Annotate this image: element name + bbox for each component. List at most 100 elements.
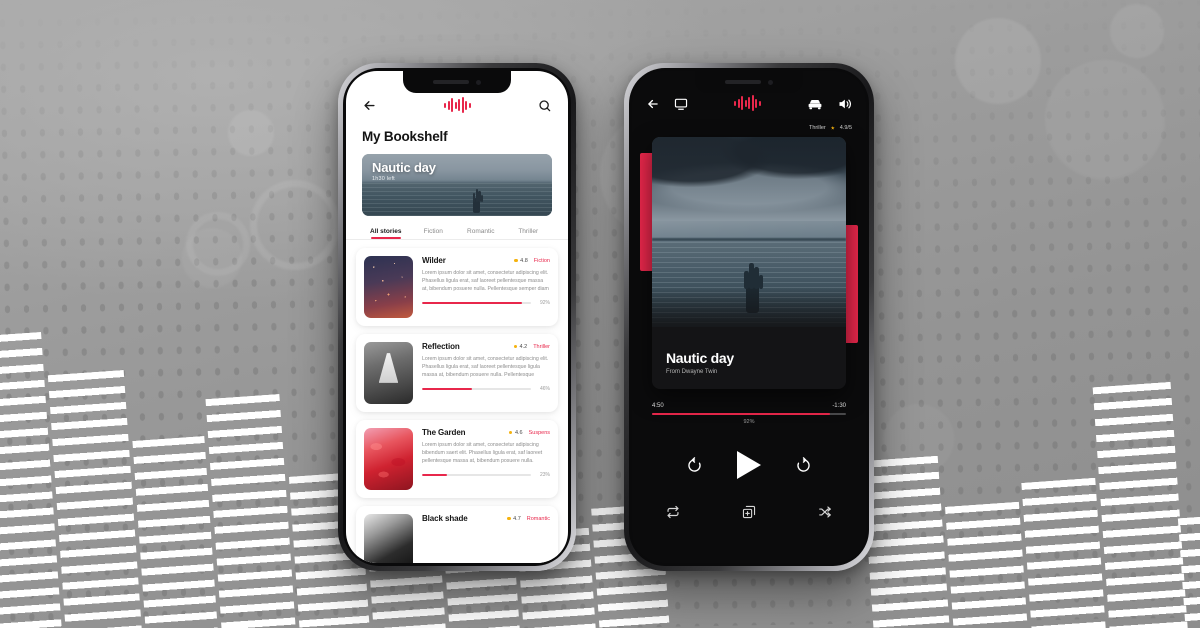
equalizer-bars xyxy=(0,298,1200,628)
star-icon xyxy=(509,430,513,435)
forward-15-icon[interactable] xyxy=(795,457,812,474)
seek-percent-label: 92% xyxy=(743,419,755,426)
book-title: Wilder xyxy=(422,256,446,265)
star-icon xyxy=(507,516,511,521)
book-rating: 4.7 xyxy=(507,516,521,522)
background xyxy=(0,0,1200,628)
tab-thriller[interactable]: Thriller xyxy=(505,228,553,239)
tabs-divider xyxy=(346,239,568,240)
accent-bar-left xyxy=(640,153,652,271)
album-art-card[interactable]: Nautic day From Dwayne Twin xyxy=(652,137,846,389)
shuffle-icon[interactable] xyxy=(818,505,832,519)
book-rating: 4.6 xyxy=(509,430,523,436)
seek-section: 4:50 -1:30 92% xyxy=(652,403,846,425)
now-playing-title: Nautic day xyxy=(666,350,734,366)
now-playing-info: Nautic day From Dwayne Twin xyxy=(666,350,734,375)
front-camera xyxy=(768,79,773,85)
secondary-controls xyxy=(632,479,866,519)
now-playing-author: From Dwayne Twin xyxy=(666,369,718,375)
equalizer-column xyxy=(1021,477,1106,628)
book-rating: 4.2 xyxy=(513,343,528,350)
rewind-15-icon[interactable] xyxy=(686,457,703,474)
book-progress: 46% xyxy=(422,386,550,392)
book-list-item[interactable]: The Garden 4.6 Suspens Lorem ipsum dolor… xyxy=(356,420,558,498)
play-icon[interactable] xyxy=(737,451,761,480)
progress-bar[interactable] xyxy=(422,301,531,304)
tab-all-stories[interactable]: All stories xyxy=(362,228,410,239)
page-title: My Bookshelf xyxy=(362,129,448,144)
phone-dark-mockup: Thriller 4.9/5 Nautic day From Dwayne Tw… xyxy=(624,63,874,571)
earpiece-speaker xyxy=(433,80,469,84)
book-description: Lorem ipsum dolor sit amet, consectetur … xyxy=(422,442,543,465)
book-genre: Fiction xyxy=(533,257,550,264)
book-list-item[interactable]: Reflection 4.2 Thriller Lorem ipsum dolo… xyxy=(356,334,558,412)
hero-water-ripples xyxy=(362,183,552,216)
book-description: Lorem ipsum dolor sit amet, consectetur … xyxy=(422,270,549,293)
repeat-icon[interactable] xyxy=(666,505,680,519)
book-list-item[interactable]: Wilder 4.8 Fiction Lorem ipsum dolor sit… xyxy=(356,248,558,326)
rating-value: 4.6 xyxy=(514,429,523,436)
progress-label: 23% xyxy=(539,471,550,478)
phone-light-mockup: My Bookshelf Nautic day 1h30 left All st… xyxy=(338,63,576,571)
book-title: Black shade xyxy=(422,514,468,523)
track-meta: Thriller 4.9/5 xyxy=(632,119,866,131)
front-camera xyxy=(476,79,481,85)
car-mode-icon[interactable] xyxy=(807,97,823,111)
cast-screen-icon[interactable] xyxy=(674,97,688,111)
notch xyxy=(403,71,511,93)
remaining-time: -1:30 xyxy=(832,403,846,409)
elapsed-time: 4:50 xyxy=(652,403,664,409)
star-icon xyxy=(514,258,518,263)
hero-title: Nautic day xyxy=(372,160,436,175)
hero-card[interactable]: Nautic day 1h30 left xyxy=(362,154,552,216)
book-list: Wilder 4.8 Fiction Lorem ipsum dolor sit… xyxy=(346,248,568,563)
book-progress: 23% xyxy=(422,472,550,478)
book-genre: Thriller xyxy=(533,343,550,350)
accent-bar-right xyxy=(846,225,858,343)
bokeh-ring xyxy=(250,180,340,270)
equalizer-column xyxy=(945,501,1028,628)
transport-controls xyxy=(632,451,866,480)
equalizer-column xyxy=(861,455,950,628)
book-cover-thumbnail xyxy=(364,256,413,318)
hero-text: Nautic day 1h30 left xyxy=(372,160,436,182)
tab-fiction[interactable]: Fiction xyxy=(410,228,458,239)
bokeh-circle xyxy=(955,18,1041,104)
back-icon[interactable] xyxy=(362,98,377,113)
book-rating: 4.8 xyxy=(514,258,528,264)
hero-subtitle: 1h30 left xyxy=(372,176,395,182)
audio-waveform-logo xyxy=(734,95,761,111)
add-to-playlist-icon[interactable] xyxy=(742,505,756,519)
back-icon[interactable] xyxy=(646,97,660,111)
book-cover-thumbnail xyxy=(364,514,413,563)
hero-hand-graphic xyxy=(470,187,484,213)
equalizer-column xyxy=(47,369,142,628)
volume-speaker-icon[interactable] xyxy=(837,97,852,111)
tab-romantic[interactable]: Romantic xyxy=(457,228,505,239)
star-icon xyxy=(513,344,518,349)
progress-bar[interactable] xyxy=(422,473,531,476)
phone-light-screen: My Bookshelf Nautic day 1h30 left All st… xyxy=(346,71,568,563)
book-title: The Garden xyxy=(422,428,466,437)
book-list-item[interactable]: Black shade 4.7 Romantic xyxy=(356,506,558,563)
bokeh-circle xyxy=(1045,60,1165,180)
book-description: Lorem ipsum dolor sit amet, consectetur … xyxy=(422,356,549,379)
bokeh-circle xyxy=(1110,4,1164,58)
track-genre: Thriller xyxy=(808,125,826,131)
photo-horizon xyxy=(652,237,846,241)
search-icon[interactable] xyxy=(538,99,552,113)
progress-bar[interactable] xyxy=(422,387,531,390)
seek-times: 4:50 -1:30 xyxy=(652,403,846,409)
book-cover-thumbnail xyxy=(364,428,413,490)
phone-dark-screen: Thriller 4.9/5 Nautic day From Dwayne Tw… xyxy=(632,71,866,563)
progress-label: 46% xyxy=(539,385,550,392)
equalizer-column xyxy=(1092,381,1188,628)
bokeh-circle xyxy=(228,110,274,156)
rating-value: 4.2 xyxy=(519,343,528,350)
photo-clouds xyxy=(652,137,846,221)
seek-bar[interactable] xyxy=(652,413,846,416)
rating-value: 4.8 xyxy=(520,257,528,264)
book-genre: Suspens xyxy=(528,429,550,436)
book-cover-thumbnail xyxy=(364,342,413,404)
equalizer-column xyxy=(132,435,218,628)
